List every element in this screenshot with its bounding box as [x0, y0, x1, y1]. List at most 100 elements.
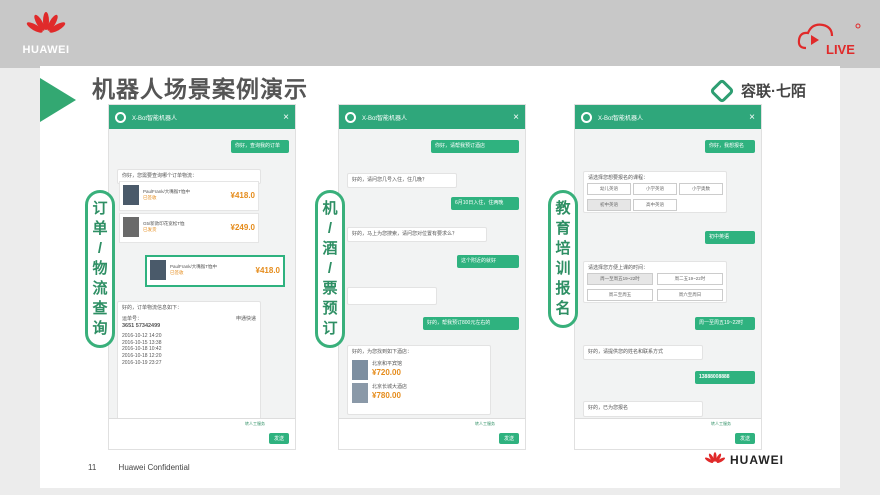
- live-logo-icon: LIVE: [797, 23, 861, 57]
- hotel-card[interactable]: 北京和平宾馆 ¥720.00: [352, 359, 486, 380]
- hotel-image: [352, 382, 368, 403]
- user-message: 这个附近的就好: [457, 255, 519, 268]
- huawei-logo: HUAWEI: [16, 12, 76, 56]
- send-button[interactable]: 发送: [734, 433, 755, 444]
- chat-header: X-Bot智能机器人 ×: [339, 105, 525, 129]
- bot-message: 好的，订单物流信息如下：: [122, 305, 183, 311]
- log-time: 2016-10-12 14:20: [122, 332, 162, 339]
- time-option[interactable]: 周三至周五: [587, 289, 653, 301]
- chat-title: X-Bot智能机器人: [132, 115, 178, 122]
- confidential-label: Huawei Confidential: [118, 463, 190, 472]
- partner-logo: 容联·七陌: [709, 77, 806, 104]
- huawei-petals-icon: [26, 12, 66, 33]
- live-wordmark: LIVE: [826, 42, 855, 57]
- page-title: 机器人场景案例演示: [92, 76, 308, 102]
- user-message: 好的，帮我预订800元左右的: [423, 317, 519, 330]
- send-button[interactable]: 发送: [498, 433, 519, 444]
- chat-input-bar[interactable]: 转人工服务 发送: [575, 418, 761, 449]
- send-button[interactable]: 发送: [268, 433, 289, 444]
- log-time: 2016-10-19 23:27: [122, 359, 162, 366]
- tracking-label: 运单号：: [122, 315, 143, 322]
- chat-input-bar[interactable]: 转人工服务 发送: [109, 418, 295, 449]
- partner-name: 容联·七陌: [741, 83, 806, 100]
- order-card[interactable]: G5/新款印花宽松T恤 已发货 ¥249.0: [119, 213, 259, 243]
- page-number: 11: [88, 463, 97, 472]
- manual-service-link[interactable]: 转人工服务: [475, 421, 495, 427]
- user-message: 你好，我想报名: [705, 140, 755, 153]
- user-message: 你好，查询我的订单: [231, 140, 289, 153]
- close-icon[interactable]: ×: [283, 112, 289, 123]
- hotel-price: ¥720.00: [372, 367, 401, 377]
- close-icon[interactable]: ×: [513, 112, 519, 123]
- order-card[interactable]: PaulFrank/大嘴猴T恤中 已签收 ¥418.0: [119, 181, 259, 211]
- close-icon[interactable]: ×: [749, 112, 755, 123]
- chat-title: X-Bot智能机器人: [598, 115, 644, 122]
- title-arrow: [40, 78, 76, 122]
- bot-avatar-icon: [581, 111, 592, 123]
- log-time: 2016-10-18 12:20: [122, 353, 162, 360]
- course-option-selected[interactable]: 初中英语: [587, 199, 631, 211]
- course-option[interactable]: 幼儿英语: [587, 183, 631, 195]
- huawei-petals-icon: [704, 452, 726, 463]
- course-option[interactable]: 小学奥数: [679, 183, 723, 195]
- slide: 机器人场景案例演示 容联·七陌 X-Bot智能机器人 × 你好，查询我的订单 你…: [40, 66, 840, 488]
- top-banner: HUAWEI LIVE: [0, 0, 880, 68]
- time-option[interactable]: 周二五19~22时: [657, 273, 723, 285]
- order-price: ¥418.0: [230, 190, 255, 200]
- bot-avatar-icon: [115, 111, 126, 123]
- manual-service-link[interactable]: 转人工服务: [245, 421, 265, 427]
- order-price: ¥418.0: [255, 265, 280, 275]
- bot-message: 好的，已为您报名: [583, 401, 703, 417]
- chat-header: X-Bot智能机器人 ×: [109, 105, 295, 129]
- order-price: ¥249.0: [230, 222, 255, 232]
- category-label: 教育培训报名: [548, 190, 578, 328]
- chat-panel-booking: X-Bot智能机器人 × 你好，请帮我预订酒店 好的，请问您几号入住，住几晚？ …: [338, 104, 526, 450]
- category-label: 机 / 酒 / 票预订: [315, 190, 345, 348]
- user-message: 周一至周五19~22时: [695, 317, 755, 330]
- hotel-price: ¥780.00: [372, 390, 401, 400]
- huawei-wordmark: HUAWEI: [730, 453, 784, 467]
- hotel-card[interactable]: 北京长城大酒店 ¥780.00: [352, 382, 486, 403]
- user-message: 初中英语: [705, 231, 755, 244]
- product-image: [123, 217, 139, 237]
- partner-mark-icon: [709, 77, 735, 104]
- bot-message: 请选择您想要报名的课程：: [588, 175, 649, 181]
- order-status: 已签收: [143, 195, 157, 200]
- manual-service-link[interactable]: 转人工服务: [711, 421, 731, 427]
- course-option[interactable]: 小学英语: [633, 183, 677, 195]
- footer-huawei-logo: HUAWEI: [704, 452, 784, 468]
- huawei-wordmark: HUAWEI: [22, 44, 70, 56]
- log-time: 2016-10-18 10:42: [122, 346, 162, 353]
- hotel-image: [352, 359, 368, 380]
- course-option[interactable]: 高中英语: [633, 199, 677, 211]
- hotel-list: 好的，为您找到如下酒店： 北京和平宾馆 ¥720.00 北京长城大酒店 ¥780…: [347, 345, 491, 415]
- bot-message: 好的，为您找到如下酒店：: [352, 349, 413, 355]
- chat-header: X-Bot智能机器人 ×: [575, 105, 761, 129]
- chat-panel-orders: X-Bot智能机器人 × 你好，查询我的订单 你好，您需要查询哪个订单物流： P…: [108, 104, 296, 450]
- product-image: [123, 185, 139, 205]
- carrier-name: 申通快递: [235, 315, 256, 322]
- product-image: [150, 260, 166, 280]
- slide-footer: 11 Huawei Confidential: [88, 463, 190, 472]
- tracking-number: 3651 57342499: [122, 322, 161, 329]
- bot-avatar-icon: [345, 111, 356, 123]
- hotel-name: 北京和平宾馆: [372, 360, 403, 367]
- chat-panel-education: X-Bot智能机器人 × 你好，我想报名 请选择您想要报名的课程： 幼儿英语 小…: [574, 104, 762, 450]
- hotel-name: 北京长城大酒店: [372, 383, 408, 390]
- log-time: 2016-10-15 13:38: [122, 339, 162, 346]
- user-message: 你好，请帮我预订酒店: [431, 140, 519, 153]
- time-option[interactable]: 周六至周日: [657, 289, 723, 301]
- order-card-selected[interactable]: PaulFrank/大嘴猴T恤中 已签收 ¥418.0: [145, 255, 285, 287]
- bot-message: 请选择您方便上课的时间：: [588, 265, 649, 271]
- user-message: 6月10日入住，住两晚: [451, 197, 519, 210]
- category-label: 订单 / 物流查询: [85, 190, 115, 348]
- user-phone: 13888008888: [695, 371, 755, 384]
- bot-message: 好的，请提供您的姓名和联系方式: [583, 345, 703, 360]
- chat-input-bar[interactable]: 转人工服务 发送: [339, 418, 525, 449]
- bot-message: [347, 287, 437, 305]
- tracking-info: 好的，订单物流信息如下： 运单号： 申通快递 3651 57342499 201…: [117, 301, 261, 423]
- order-status: 已签收: [170, 270, 184, 275]
- chat-title: X-Bot智能机器人: [362, 115, 408, 122]
- time-option-selected[interactable]: 周一至周五19~22时: [587, 273, 653, 285]
- bot-message: 好的，马上为您搜索，请问您对位置有要求么？: [347, 227, 487, 242]
